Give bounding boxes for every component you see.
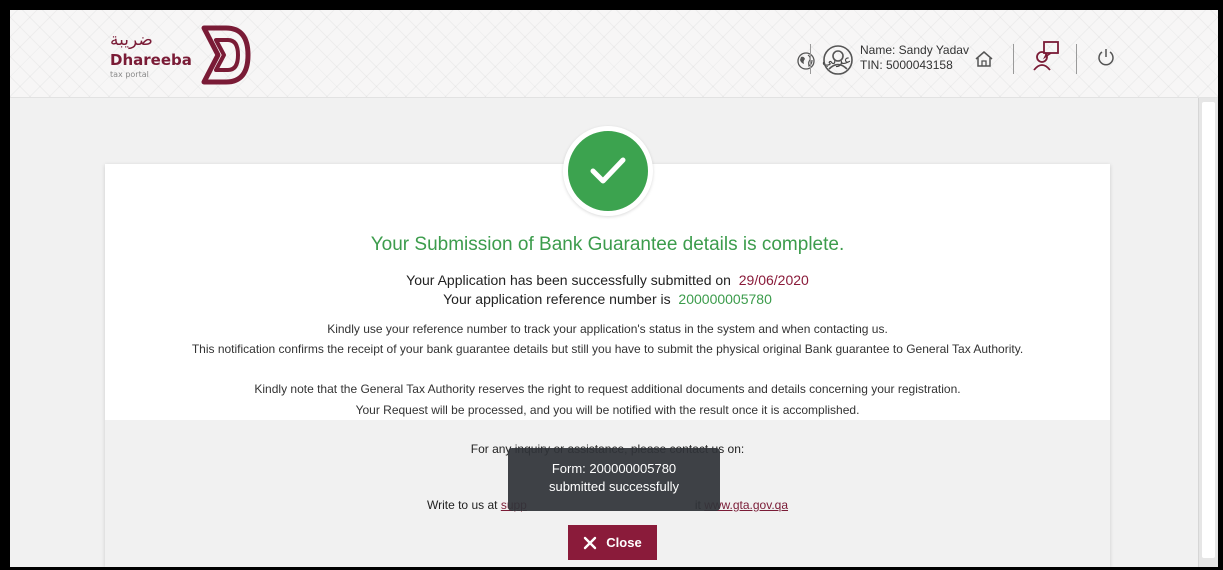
submitted-prefix: Your Application has been successfully s… <box>406 272 731 288</box>
home-icon[interactable] <box>973 48 995 70</box>
header-divider <box>1076 44 1077 74</box>
toast-line-status: submitted successfully <box>548 479 680 494</box>
reference-prefix: Your application reference number is <box>443 291 671 307</box>
logo-name: Dhareeba <box>110 51 192 69</box>
user-name-text: Name: Sandy Yadav <box>860 43 969 57</box>
message-processing: Your Request will be processed, and you … <box>355 403 860 417</box>
close-icon <box>584 536 597 549</box>
globe-icon[interactable] <box>796 51 816 71</box>
power-icon[interactable] <box>1095 46 1117 68</box>
close-button-label: Close <box>606 535 642 550</box>
write-prefix: Write to us at <box>426 498 498 512</box>
success-check-icon <box>563 126 653 216</box>
checkmark-icon <box>590 157 626 184</box>
submitted-date-line: Your Application has been successfully s… <box>105 272 1110 288</box>
dhareeba-mark-icon <box>201 25 251 85</box>
message-tracking: Kindly use your reference number to trac… <box>327 322 888 336</box>
success-toast: Form: 200000005780 submitted successfull… <box>508 448 720 511</box>
help-desk-icon[interactable] <box>1032 40 1062 72</box>
page-scrollbar[interactable] <box>1198 98 1218 567</box>
toast-line-form: Form: 200000005780 <box>551 461 677 476</box>
message-bank-guarantee: This notification confirms the receipt o… <box>191 342 1024 356</box>
user-icon <box>823 45 853 75</box>
header-divider <box>810 44 811 74</box>
confirmation-title: Your Submission of Bank Guarantee detail… <box>370 234 845 255</box>
app-window: ضريبة Dhareeba tax portal عربي Name: San… <box>10 10 1218 567</box>
logo-arabic-text: ضريبة <box>110 30 153 50</box>
close-button[interactable]: Close <box>568 525 657 560</box>
user-tin-text: TIN: 5000043158 <box>860 58 953 72</box>
header-divider <box>1013 44 1014 74</box>
scrollbar-thumb[interactable] <box>1202 102 1215 558</box>
user-info: Name: Sandy Yadav TIN: 5000043158 <box>860 43 969 73</box>
dhareeba-logo[interactable]: ضريبة Dhareeba tax portal <box>98 24 268 88</box>
message-reserves-right: Kindly note that the General Tax Authori… <box>254 382 961 396</box>
top-header: ضريبة Dhareeba tax portal عربي Name: San… <box>10 10 1218 98</box>
submitted-date: 29/06/2020 <box>738 272 809 288</box>
reference-number: 200000005780 <box>678 291 772 307</box>
logo-subtitle: tax portal <box>110 70 149 79</box>
reference-line: Your application reference number is 200… <box>105 291 1110 307</box>
